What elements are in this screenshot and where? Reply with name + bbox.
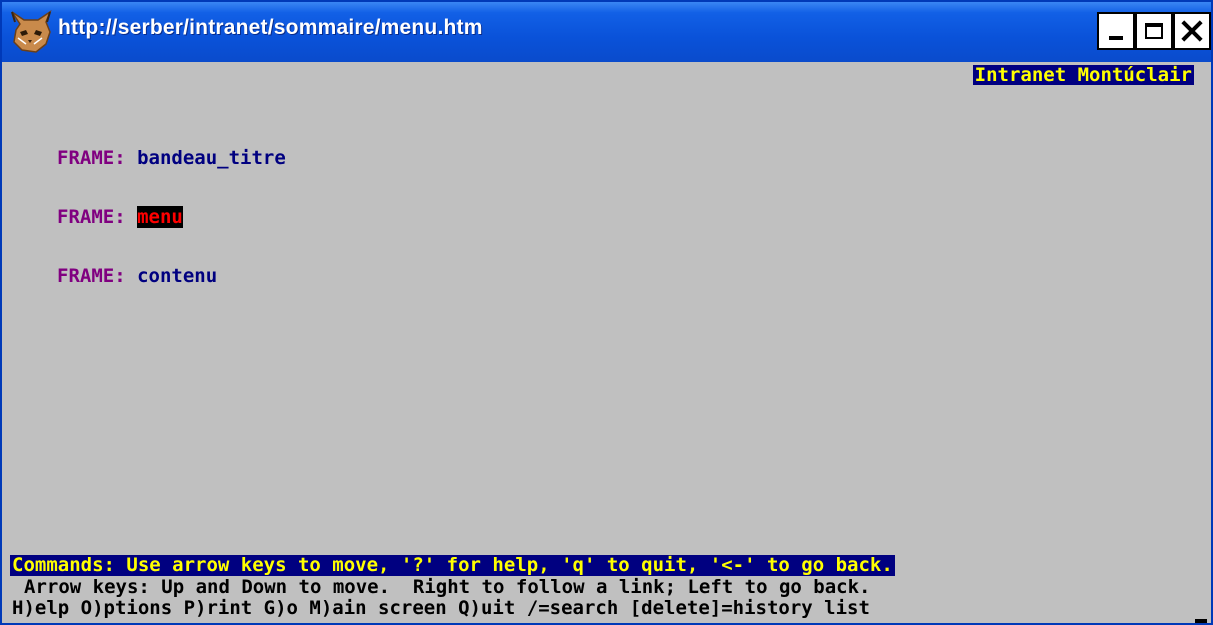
terminal-area[interactable]: Intranet Montúclair FRAME: bandeau_titre…	[2, 62, 1211, 623]
commands-bar: Commands: Use arrow keys to move, '?' fo…	[10, 554, 895, 576]
frame-link-bandeau-titre[interactable]: bandeau_titre	[137, 147, 286, 169]
help-line-navigation: Arrow keys: Up and Down to move. Right t…	[24, 576, 871, 598]
close-button[interactable]	[1173, 12, 1211, 50]
close-icon	[1181, 20, 1203, 42]
title-bar[interactable]: http://serber/intranet/sommaire/menu.htm	[2, 2, 1211, 62]
frame-row: FRAME: contenu	[57, 267, 286, 286]
frame-keyword: FRAME:	[57, 147, 126, 169]
frame-list: FRAME: bandeau_titre FRAME: menu FRAME: …	[57, 109, 286, 326]
minimize-button[interactable]	[1097, 12, 1135, 50]
frame-keyword: FRAME:	[57, 265, 126, 287]
lynx-icon[interactable]	[6, 8, 54, 54]
frame-link-contenu[interactable]: contenu	[137, 265, 217, 287]
frame-row: FRAME: bandeau_titre	[57, 149, 286, 168]
site-label: Intranet Montúclair	[972, 64, 1194, 86]
frame-keyword: FRAME:	[57, 206, 126, 228]
maximize-button[interactable]	[1135, 12, 1173, 50]
frame-link-menu[interactable]: menu	[137, 206, 183, 228]
help-line-shortcuts: H)elp O)ptions P)rint G)o M)ain screen Q…	[12, 597, 870, 619]
window-title: http://serber/intranet/sommaire/menu.htm	[58, 16, 483, 39]
frame-row: FRAME: menu	[57, 206, 286, 228]
minimize-icon	[1109, 36, 1123, 40]
text-cursor	[1195, 619, 1207, 623]
browser-window: http://serber/intranet/sommaire/menu.htm…	[0, 0, 1213, 625]
maximize-icon	[1145, 23, 1163, 39]
